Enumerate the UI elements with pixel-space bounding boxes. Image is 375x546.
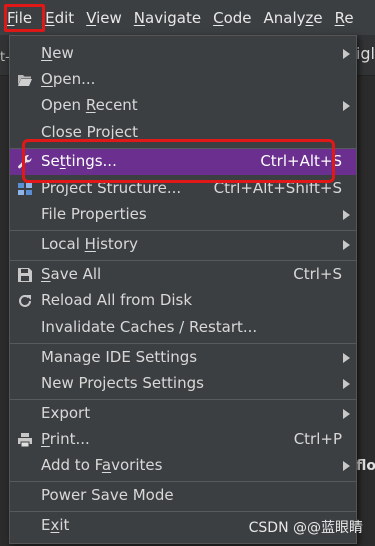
menu-item-open-recent[interactable]: Open Recent xyxy=(10,93,356,119)
menu-separator xyxy=(10,343,356,344)
background-text-right: igl xyxy=(355,44,375,63)
submenu-arrow-icon xyxy=(343,49,350,59)
file-menu-dropdown: New Open... Open Recent Close Project Se… xyxy=(9,35,357,544)
folder-open-icon xyxy=(18,75,32,86)
menu-item-label: Exit xyxy=(41,516,70,534)
menu-item-label: Local History xyxy=(41,235,139,253)
menu-item-label: Invalidate Caches / Restart... xyxy=(41,318,258,336)
menu-item-label: Add to Favorites xyxy=(41,456,163,474)
menu-separator xyxy=(10,511,356,512)
menu-code[interactable]: Code xyxy=(207,0,257,35)
menu-bar: File Edit View Navigate Code Analyze Re xyxy=(0,0,375,35)
menu-item-label: Print... xyxy=(41,430,90,448)
menu-separator xyxy=(10,481,356,482)
shortcut-label: Ctrl+P xyxy=(293,430,342,448)
menu-analyze[interactable]: Analyze xyxy=(258,0,329,35)
menu-item-add-to-favorites[interactable]: Add to Favorites xyxy=(10,453,356,479)
menu-item-label: New xyxy=(41,44,74,62)
menu-item-save-all[interactable]: Save All Ctrl+S xyxy=(10,262,356,288)
reload-icon xyxy=(19,294,31,307)
submenu-arrow-icon xyxy=(343,379,350,389)
shortcut-label: Ctrl+S xyxy=(293,265,342,283)
menu-item-print[interactable]: Print... Ctrl+P xyxy=(10,427,356,453)
submenu-arrow-icon xyxy=(343,240,350,250)
menu-edit[interactable]: Edit xyxy=(39,0,80,35)
printer-icon xyxy=(18,433,32,448)
submenu-arrow-icon xyxy=(343,353,350,363)
menu-separator xyxy=(10,230,356,231)
menu-item-power-save-mode[interactable]: Power Save Mode xyxy=(10,483,356,509)
submenu-arrow-icon xyxy=(343,210,350,220)
menu-item-invalidate-caches[interactable]: Invalidate Caches / Restart... xyxy=(10,315,356,341)
menu-item-label: File Properties xyxy=(41,205,147,223)
submenu-arrow-icon xyxy=(343,101,350,111)
menu-view[interactable]: View xyxy=(80,0,128,35)
menu-item-label: Open... xyxy=(41,70,96,88)
menu-separator xyxy=(10,399,356,400)
menu-item-reload-all[interactable]: Reload All from Disk xyxy=(10,288,356,314)
menu-item-label: Open Recent xyxy=(41,96,138,114)
menu-item-label: Export xyxy=(41,404,91,422)
menu-item-label: Manage IDE Settings xyxy=(41,348,198,366)
menu-item-new-projects-settings[interactable]: New Projects Settings xyxy=(10,371,356,397)
menu-item-file-properties[interactable]: File Properties xyxy=(10,202,356,228)
menu-item-local-history[interactable]: Local History xyxy=(10,232,356,258)
menu-item-manage-ide-settings[interactable]: Manage IDE Settings xyxy=(10,345,356,371)
project-structure-icon xyxy=(18,183,32,195)
watermark: CSDN @@蓝眼睛 xyxy=(248,520,363,536)
save-icon xyxy=(18,268,32,282)
menu-separator xyxy=(10,260,356,261)
menu-item-label: Save All xyxy=(41,265,102,283)
menu-item-label: Reload All from Disk xyxy=(41,291,193,309)
menu-item-label: New Projects Settings xyxy=(41,374,204,392)
submenu-arrow-icon xyxy=(343,461,350,471)
menu-navigate[interactable]: Navigate xyxy=(128,0,207,35)
menu-item-open[interactable]: Open... xyxy=(10,67,356,93)
file-highlight-box xyxy=(4,4,45,32)
menu-item-label: Power Save Mode xyxy=(41,486,174,504)
background-text-flo: flo xyxy=(356,458,375,474)
menu-item-new[interactable]: New xyxy=(10,41,356,67)
settings-highlight-box xyxy=(22,139,335,183)
menu-refactor[interactable]: Re xyxy=(329,0,360,35)
menu-item-export[interactable]: Export xyxy=(10,401,356,427)
submenu-arrow-icon xyxy=(343,409,350,419)
